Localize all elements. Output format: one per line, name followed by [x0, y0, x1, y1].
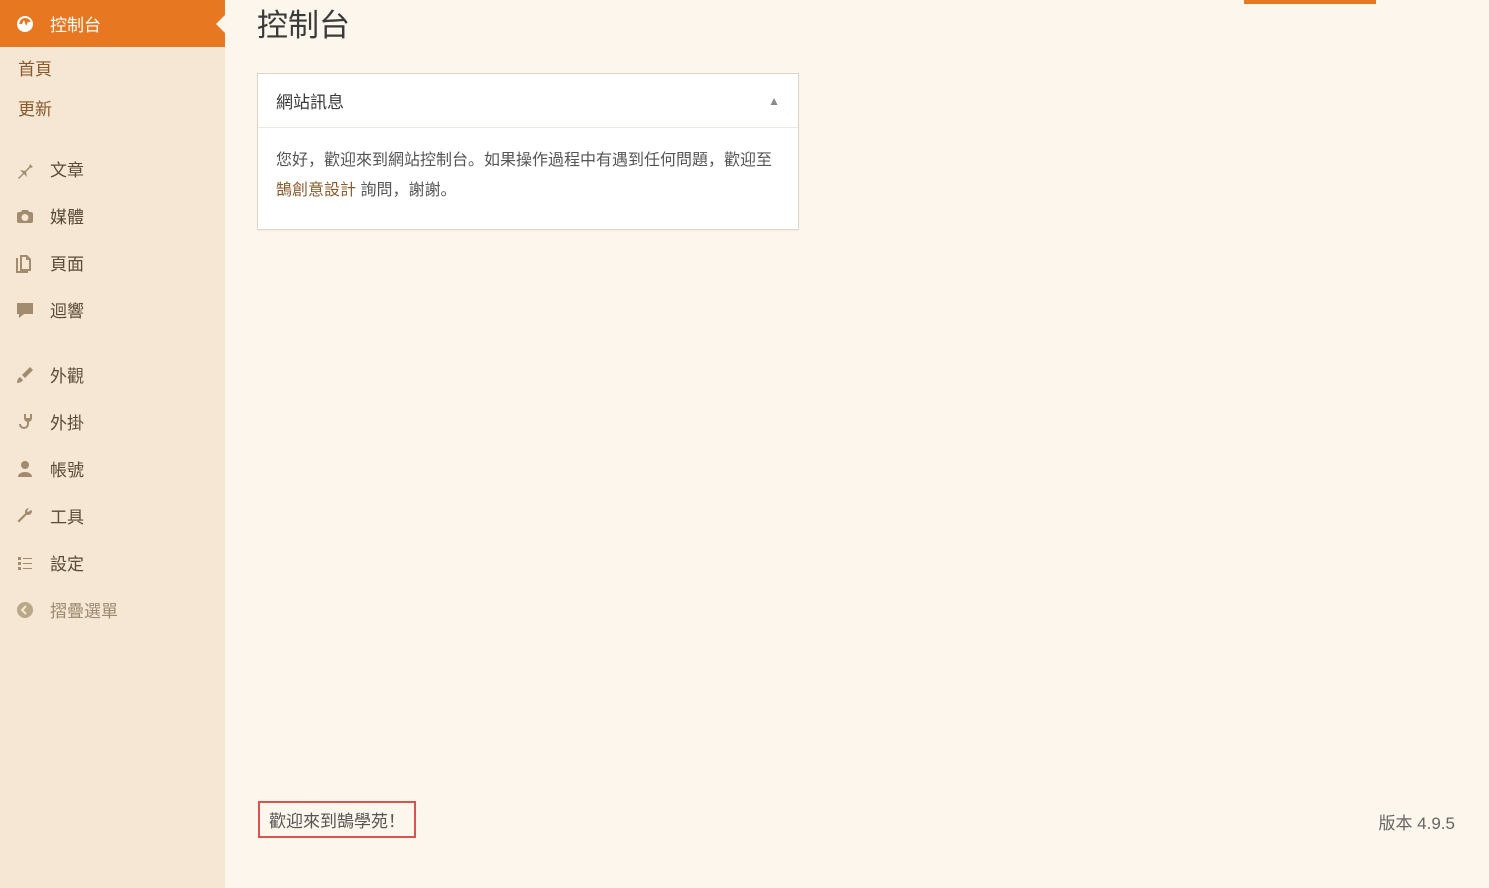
collapse-left-icon	[14, 599, 36, 621]
brush-icon	[14, 364, 36, 386]
footer-welcome: 歡迎來到鵠學苑！	[258, 801, 416, 838]
sidebar-item-label: 頁面	[50, 250, 84, 275]
support-link[interactable]: 鵠創意設計	[276, 182, 356, 199]
sidebar-item-label: 設定	[50, 550, 84, 575]
sidebar-item-label: 控制台	[50, 11, 101, 36]
sidebar-item[interactable]: 帳號	[0, 445, 225, 492]
sidebar-item-label: 工具	[50, 503, 84, 528]
sidebar-item-label: 迴響	[50, 297, 84, 322]
sidebar-item-label: 媒體	[50, 203, 84, 228]
site-info-box-header[interactable]: 網站訊息 ▲	[258, 74, 798, 128]
sidebar-item[interactable]: 頁面	[0, 239, 225, 286]
sidebar-subitem[interactable]: 首頁	[0, 47, 225, 87]
sidebar-item-label: 帳號	[50, 456, 84, 481]
sidebar-item[interactable]: 外掛	[0, 398, 225, 445]
sidebar-item-label: 外掛	[50, 409, 84, 434]
sidebar-item[interactable]: 迴響	[0, 286, 225, 333]
sidebar-item[interactable]: 設定	[0, 539, 225, 586]
sidebar-item-label: 摺疊選單	[50, 597, 118, 622]
pages-icon	[14, 252, 36, 274]
sidebar-item[interactable]: 工具	[0, 492, 225, 539]
sidebar-item-label: 外觀	[50, 362, 84, 387]
sliders-icon	[14, 552, 36, 574]
main-content: 控制台 網站訊息 ▲ 您好，歡迎來到網站控制台。如果操作過程中有遇到任何問題，歡…	[225, 0, 1489, 888]
sidebar-item[interactable]: 媒體	[0, 192, 225, 239]
user-icon	[14, 458, 36, 480]
sidebar-collapse-toggle[interactable]: 摺疊選單	[0, 586, 225, 633]
comment-icon	[14, 299, 36, 321]
admin-sidebar: 控制台首頁更新文章媒體頁面迴響外觀外掛帳號工具設定摺疊選單	[0, 0, 225, 888]
collapse-up-icon[interactable]: ▲	[768, 94, 780, 108]
pin-icon	[14, 158, 36, 180]
site-info-box: 網站訊息 ▲ 您好，歡迎來到網站控制台。如果操作過程中有遇到任何問題，歡迎至 鵠…	[257, 73, 799, 230]
sidebar-item[interactable]: 外觀	[0, 351, 225, 398]
wrench-icon	[14, 505, 36, 527]
camera-icon	[14, 205, 36, 227]
site-info-text-suffix: 詢問，謝謝。	[356, 182, 456, 199]
menu-separator	[0, 127, 225, 145]
sidebar-subitem-label: 更新	[18, 95, 52, 120]
site-info-text-prefix: 您好，歡迎來到網站控制台。如果操作過程中有遇到任何問題，歡迎至	[276, 152, 772, 169]
footer-version: 版本 4.9.5	[1378, 809, 1455, 834]
sidebar-item[interactable]: 控制台	[0, 0, 225, 47]
site-info-box-body: 您好，歡迎來到網站控制台。如果操作過程中有遇到任何問題，歡迎至 鵠創意設計 詢問…	[258, 128, 798, 229]
page-title: 控制台	[257, 0, 1457, 45]
sidebar-subitem-label: 首頁	[18, 55, 52, 80]
sidebar-item-label: 文章	[50, 156, 84, 181]
menu-separator	[0, 333, 225, 351]
plug-icon	[14, 411, 36, 433]
dashboard-icon	[14, 13, 36, 35]
sidebar-subitem[interactable]: 更新	[0, 87, 225, 127]
sidebar-item[interactable]: 文章	[0, 145, 225, 192]
site-info-box-title: 網站訊息	[276, 88, 344, 113]
